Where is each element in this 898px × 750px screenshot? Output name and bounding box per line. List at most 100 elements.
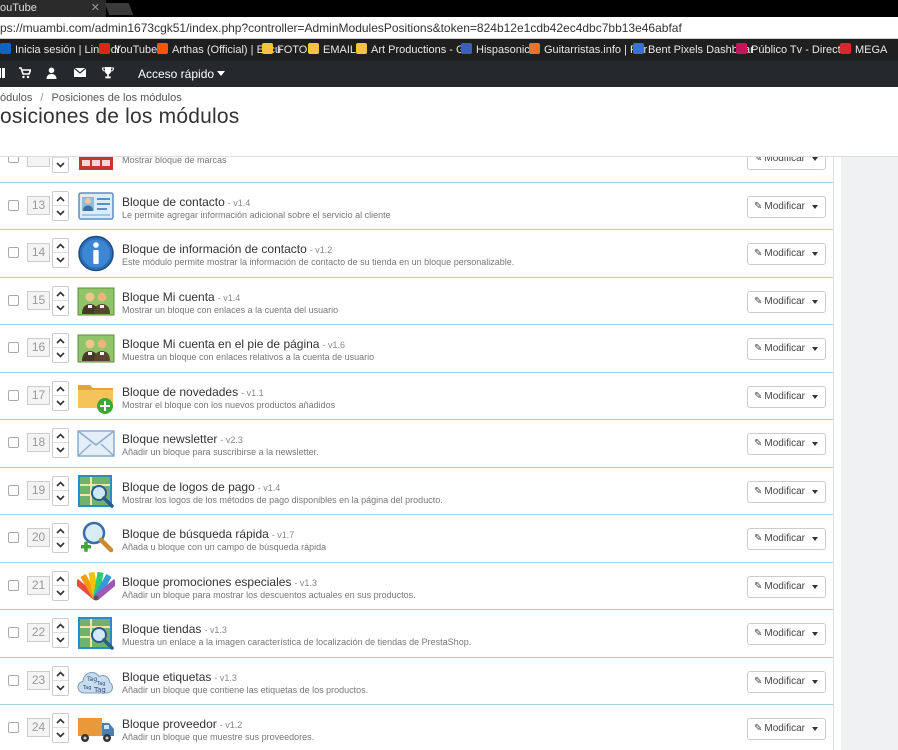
position-stepper[interactable] xyxy=(52,190,69,221)
position-stepper[interactable] xyxy=(52,713,69,743)
trophy-icon[interactable] xyxy=(101,67,115,82)
move-up-button[interactable] xyxy=(53,619,68,633)
position-input[interactable]: 22 xyxy=(27,623,50,642)
bookmark-item[interactable]: Guitarristas.info | Por xyxy=(529,43,647,56)
move-up-button[interactable] xyxy=(53,382,68,396)
modify-button[interactable]: ✎ Modificar xyxy=(748,292,806,312)
position-input[interactable]: 23 xyxy=(27,670,50,690)
modify-dropdown-toggle[interactable] xyxy=(806,197,825,217)
row-checkbox[interactable] xyxy=(8,484,19,496)
row-checkbox[interactable] xyxy=(8,722,19,733)
move-up-button[interactable] xyxy=(53,287,68,301)
position-stepper[interactable] xyxy=(52,475,69,506)
cart-icon[interactable] xyxy=(19,67,32,82)
move-down-button[interactable] xyxy=(53,728,68,742)
new-tab-button[interactable] xyxy=(104,3,134,15)
row-checkbox[interactable] xyxy=(8,342,19,353)
row-checkbox[interactable] xyxy=(8,627,19,638)
move-down-button[interactable] xyxy=(53,538,68,552)
move-up-button[interactable] xyxy=(53,334,68,348)
move-down-button[interactable] xyxy=(53,491,68,505)
position-stepper[interactable] xyxy=(52,523,69,553)
move-up-button[interactable] xyxy=(53,239,68,253)
bookmark-item[interactable]: Público Tv - Directo xyxy=(736,43,847,56)
position-stepper[interactable] xyxy=(52,570,69,601)
position-input[interactable]: 20 xyxy=(27,528,50,547)
position-stepper[interactable] xyxy=(52,618,69,648)
user-icon[interactable] xyxy=(46,67,57,82)
row-checkbox[interactable] xyxy=(8,199,19,211)
row-checkbox[interactable] xyxy=(8,389,19,401)
move-down-button[interactable] xyxy=(53,633,68,647)
bookmark-item[interactable]: FOTO xyxy=(262,43,307,56)
move-down-button[interactable] xyxy=(53,301,68,315)
breadcrumb-parent[interactable]: ódulos xyxy=(0,92,32,104)
modify-button[interactable]: ✎ Modificar xyxy=(748,157,806,169)
modify-button[interactable]: ✎ Modificar xyxy=(748,339,806,359)
position-input[interactable]: 17 xyxy=(27,385,50,405)
modify-dropdown-toggle[interactable] xyxy=(806,624,825,644)
modify-dropdown-toggle[interactable] xyxy=(806,672,825,692)
modify-dropdown-toggle[interactable] xyxy=(806,339,825,359)
position-stepper[interactable] xyxy=(52,333,69,363)
modify-button[interactable]: ✎ Modificar xyxy=(748,197,806,217)
modify-dropdown-toggle[interactable] xyxy=(806,157,825,169)
modify-button[interactable]: ✎ Modificar xyxy=(748,434,806,454)
move-up-button[interactable] xyxy=(53,477,68,491)
address-bar[interactable]: ps://muambi.com/admin1673cgk51/index.php… xyxy=(0,17,898,39)
modify-dropdown-toggle[interactable] xyxy=(806,529,825,549)
modify-button[interactable]: ✎ Modificar xyxy=(748,482,806,502)
modify-button[interactable]: ✎ Modificar xyxy=(748,719,806,739)
modify-dropdown-toggle[interactable] xyxy=(806,244,825,264)
modify-button[interactable]: ✎ Modificar xyxy=(748,577,806,597)
modify-button[interactable]: ✎ Modificar xyxy=(748,529,806,549)
bookmark-item[interactable]: EMAIL xyxy=(308,43,356,56)
position-input[interactable]: 16 xyxy=(27,338,50,357)
move-up-button[interactable] xyxy=(53,572,68,586)
position-stepper[interactable] xyxy=(52,380,69,411)
modify-button[interactable]: ✎ Modificar xyxy=(748,624,806,644)
move-down-button[interactable] xyxy=(53,253,68,267)
move-down-button[interactable] xyxy=(53,206,68,220)
browser-tab[interactable]: ouTube ✕ xyxy=(0,0,106,17)
modify-dropdown-toggle[interactable] xyxy=(806,577,825,597)
modify-dropdown-toggle[interactable] xyxy=(806,387,825,407)
position-stepper[interactable] xyxy=(52,157,69,173)
modify-dropdown-toggle[interactable] xyxy=(806,434,825,454)
bookmark-item[interactable]: MEGA xyxy=(840,43,887,56)
quick-access-menu[interactable]: Acceso rápido xyxy=(138,67,226,81)
move-up-button[interactable] xyxy=(53,667,68,681)
position-input[interactable]: 15 xyxy=(27,290,50,310)
row-checkbox[interactable] xyxy=(8,157,19,163)
modify-dropdown-toggle[interactable] xyxy=(806,292,825,312)
move-down-button[interactable] xyxy=(53,443,68,457)
row-checkbox[interactable] xyxy=(8,437,19,448)
row-checkbox[interactable] xyxy=(8,532,19,543)
position-input[interactable]: 13 xyxy=(27,195,50,215)
position-stepper[interactable] xyxy=(52,238,69,268)
position-input[interactable]: 14 xyxy=(27,243,50,262)
move-up-button[interactable] xyxy=(53,192,68,206)
modify-dropdown-toggle[interactable] xyxy=(806,482,825,502)
modify-button[interactable]: ✎ Modificar xyxy=(748,244,806,264)
row-checkbox[interactable] xyxy=(8,579,19,591)
close-icon[interactable]: ✕ xyxy=(91,0,100,17)
position-stepper[interactable] xyxy=(52,428,69,458)
bookmark-item[interactable]: Art Productions - GE xyxy=(356,43,472,56)
bookmark-item[interactable]: Hispasonic xyxy=(461,43,530,56)
position-input[interactable]: 24 xyxy=(27,718,50,737)
envelope-icon[interactable] xyxy=(73,67,87,81)
move-up-button[interactable] xyxy=(53,429,68,443)
position-input[interactable] xyxy=(27,157,50,167)
move-down-button[interactable] xyxy=(53,586,68,600)
move-up-button[interactable] xyxy=(53,524,68,538)
position-input[interactable]: 19 xyxy=(27,480,50,500)
move-down-button[interactable] xyxy=(53,348,68,362)
position-input[interactable]: 18 xyxy=(27,433,50,452)
move-down-button[interactable] xyxy=(53,158,68,172)
row-checkbox[interactable] xyxy=(8,674,19,686)
position-stepper[interactable] xyxy=(52,665,69,696)
modify-dropdown-toggle[interactable] xyxy=(806,719,825,739)
row-checkbox[interactable] xyxy=(8,294,19,306)
move-up-button[interactable] xyxy=(53,714,68,728)
